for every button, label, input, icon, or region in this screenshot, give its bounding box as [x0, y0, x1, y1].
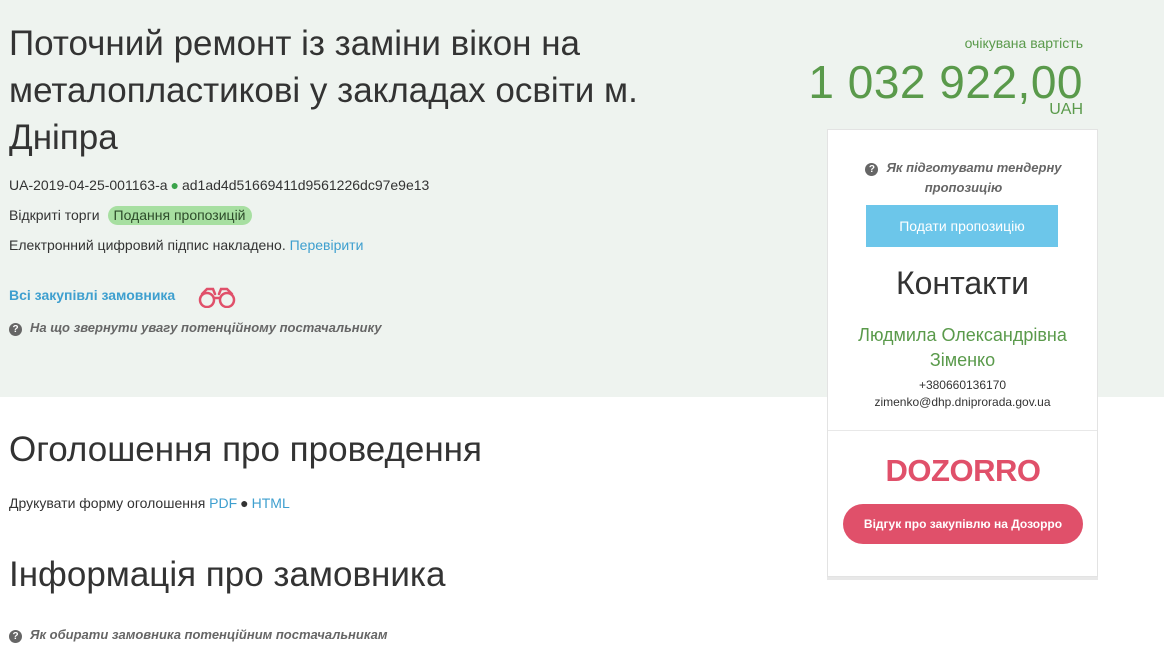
green-dot-icon: ●	[170, 177, 179, 193]
contacts-title: Контакти	[895, 265, 1030, 301]
print-form-label: Друкувати форму оголошення	[9, 495, 206, 511]
binoculars-icon[interactable]	[196, 286, 238, 308]
tender-id: UA-2019-04-25-001163-a	[9, 177, 168, 193]
signature-text: Електронний цифровий підпис накладено.	[9, 237, 286, 253]
price-label: очікувана вартість	[964, 35, 1083, 51]
dozorro-feedback-button[interactable]: Відгук про закупівлю на Дозорро	[843, 504, 1083, 544]
dot-separator: ●	[240, 495, 249, 511]
customer-hint[interactable]: ? Як обирати замовника потенційним постач…	[9, 627, 387, 643]
tender-hash: ad1ad4d51669411d9561226dc97e9e13	[181, 177, 430, 193]
supplier-hint[interactable]: ? На що звернути увагу потенційному поста…	[9, 320, 382, 336]
contact-email: zimenko@dhp.dniprorada.gov.ua	[874, 395, 1051, 409]
contact-phone: +380660136170	[918, 378, 1007, 392]
signature-line: Електронний цифровий підпис накладено. П…	[9, 237, 363, 253]
customer-info-title: Інформація про замовника	[9, 555, 446, 594]
print-form-line: Друкувати форму оголошення PDF ● HTML	[9, 495, 290, 511]
tender-title: Поточний ремонт із заміни вікон на метал…	[9, 24, 638, 157]
question-circle-icon: ?	[9, 630, 22, 643]
contact-name: Людмила Олександрівна Зіменко	[858, 325, 1067, 370]
price-value: 1 032 922,00	[808, 56, 1083, 108]
print-html-link[interactable]: HTML	[252, 495, 290, 511]
customer-purchases-link[interactable]: Всі закупівлі замовника	[9, 287, 175, 303]
side-panel: ? Як підготувати тендерну пропозицію Пода…	[827, 129, 1098, 577]
dozorro-logo: DOZORRO	[886, 453, 1041, 488]
prepare-proposal-hint[interactable]: ? Як підготувати тендерну пропозицію	[848, 158, 1079, 198]
dozorro-logo-text: DOZORRO	[886, 453, 1041, 488]
procedure-type: Відкриті торги	[9, 207, 100, 223]
panel-divider	[828, 430, 1097, 431]
print-pdf-link[interactable]: PDF	[209, 495, 237, 511]
procedure-line: Відкриті торги Подання пропозицій	[9, 206, 252, 225]
announcement-title: Оголошення про проведення	[9, 430, 482, 469]
tender-id-line: UA-2019-04-25-001163-a ● ad1ad4d51669411d9…	[9, 177, 429, 193]
status-badge: Подання пропозицій	[107, 206, 252, 225]
price-currency: UAH	[1049, 101, 1083, 118]
question-circle-icon: ?	[865, 163, 879, 176]
submit-proposal-button[interactable]: Подати пропозицію	[866, 205, 1058, 247]
verify-signature-link[interactable]: Перевірити	[290, 237, 364, 253]
question-circle-icon: ?	[9, 323, 22, 336]
